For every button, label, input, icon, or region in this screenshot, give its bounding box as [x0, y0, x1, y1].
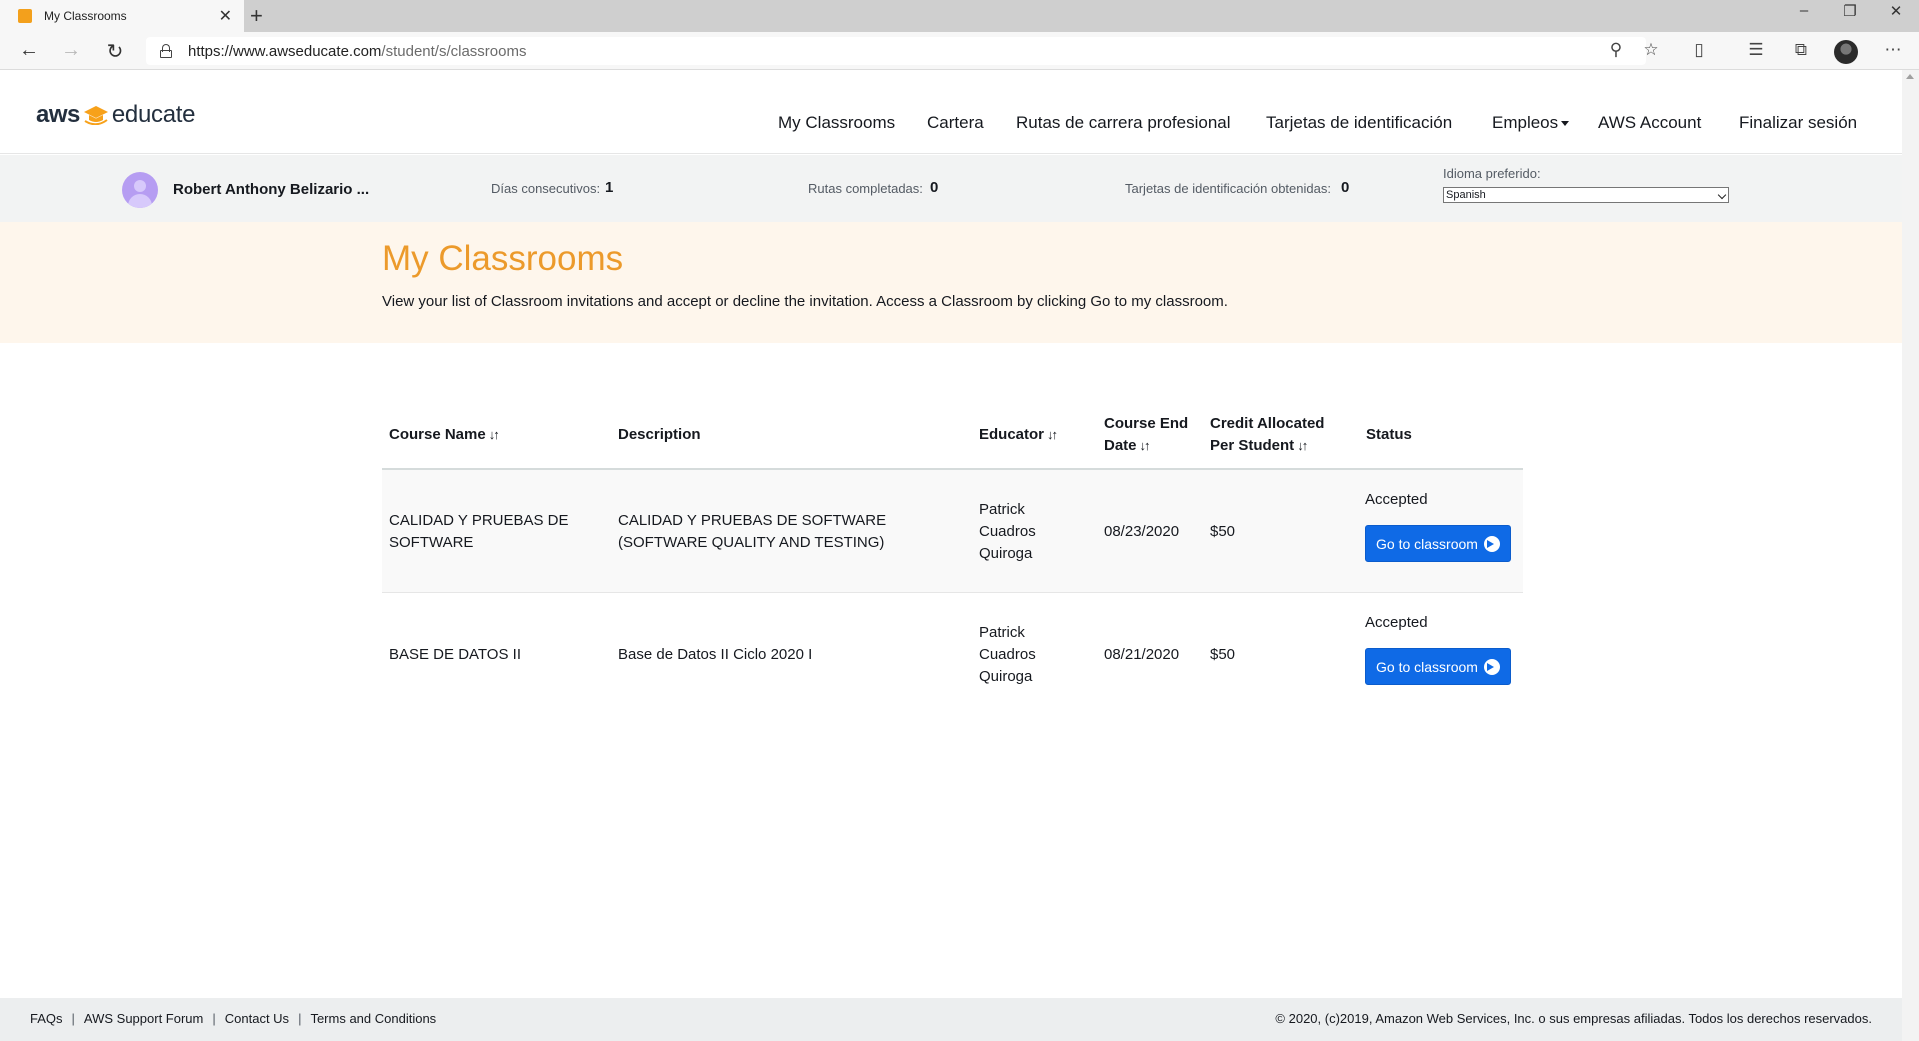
lock-icon[interactable] [160, 44, 172, 58]
end-date-cell: 08/21/2020 [1104, 645, 1180, 663]
profile-stats-bar: Robert Anthony Belizario ... Días consec… [0, 155, 1902, 222]
header-course-end-date[interactable]: Course End Date ↓↑ [1104, 400, 1188, 470]
chevron-down-icon [1717, 190, 1727, 200]
copyright-text: © 2020, (c)2019, Amazon Web Services, In… [1275, 1011, 1872, 1026]
restore-icon[interactable]: ❐ [1827, 2, 1873, 20]
top-navigation: aws educate My Classrooms Cartera Rutas … [0, 70, 1902, 154]
nav-my-classrooms[interactable]: My Classrooms [778, 113, 895, 133]
credit-cell: $50 [1210, 522, 1236, 540]
close-window-icon[interactable]: ✕ [1873, 2, 1919, 20]
favorites-icon[interactable]: ☰ [1743, 40, 1769, 60]
minimize-icon[interactable]: – [1781, 2, 1827, 19]
table-header: Course Name ↓↑ Description Educator ↓↑ Cou… [382, 400, 1523, 470]
forward-arrow-icon[interactable]: → [56, 39, 86, 62]
classrooms-table: Course Name ↓↑ Description Educator ↓↑ Cou… [382, 400, 1523, 716]
status-cell: Accepted Go to classroom [1365, 593, 1525, 716]
nav-empleos[interactable]: Empleos [1492, 113, 1570, 133]
nav-tarjetas[interactable]: Tarjetas de identificación [1266, 113, 1452, 133]
aws-educate-logo[interactable]: aws educate [36, 100, 195, 129]
course-name-cell: CALIDAD Y PRUEBAS DE SOFTWARE [389, 511, 569, 551]
reading-view-icon[interactable]: ▯ [1686, 40, 1712, 60]
header-credit-allocated[interactable]: Credit Allocated Per Student ↓↑ [1210, 400, 1324, 470]
language-label: Idioma preferido: [1443, 166, 1541, 181]
page: aws educate My Classrooms Cartera Rutas … [0, 70, 1902, 1041]
course-name-cell: BASE DE DATOS II [389, 645, 521, 663]
header-course-name[interactable]: Course Name ↓↑ [389, 400, 500, 470]
graduation-cap-icon [83, 106, 108, 125]
aws-favicon-icon [18, 9, 32, 23]
footer-link-terms[interactable]: Terms and Conditions [310, 1011, 436, 1026]
language-select[interactable]: Spanish [1443, 187, 1729, 203]
arrow-right-circle-icon [1483, 535, 1500, 552]
description-cell: Base de Datos II Ciclo 2020 I [618, 645, 813, 663]
credit-cell: $50 [1210, 645, 1236, 663]
go-to-classroom-button[interactable]: Go to classroom [1365, 648, 1511, 685]
educator-cell: Patrick Cuadros Quiroga [979, 623, 1036, 685]
browser-tab[interactable]: My Classrooms ✕ [0, 0, 244, 32]
star-icon[interactable]: ☆ [1638, 40, 1664, 60]
header-status: Status [1366, 426, 1412, 443]
paths-completed-label: Rutas completadas: [808, 181, 923, 196]
avatar[interactable] [122, 172, 158, 208]
sort-icon[interactable]: ↓↑ [1297, 435, 1308, 457]
page-scrollbar[interactable] [1902, 70, 1919, 1041]
address-bar[interactable]: https://www.awseducate.com/student/s/cla… [146, 37, 1646, 65]
page-description: View your list of Classroom invitations … [382, 293, 1228, 310]
footer-link-contact-us[interactable]: Contact Us [225, 1011, 289, 1026]
badges-value: 0 [1341, 179, 1350, 196]
streak-value: 1 [605, 179, 614, 196]
nav-cartera[interactable]: Cartera [927, 113, 984, 133]
educator-cell: Patrick Cuadros Quiroga [979, 500, 1036, 562]
badges-label: Tarjetas de identificación obtenidas: [1125, 181, 1331, 196]
browser-tabstrip: My Classrooms ✕ + – ❐ ✕ [0, 0, 1919, 32]
streak-label: Días consecutivos: [491, 181, 601, 196]
footer: FAQs | AWS Support Forum | Contact Us | Terms … [0, 998, 1902, 1041]
nav-rutas-carrera[interactable]: Rutas de carrera profesional [1016, 113, 1231, 133]
new-tab-icon[interactable]: + [250, 3, 263, 29]
collections-icon[interactable]: ⧉ [1788, 40, 1814, 60]
description-cell: CALIDAD Y PRUEBAS DE SOFTWARE (SOFTWARE Q… [618, 511, 887, 551]
status-cell: Accepted Go to classroom [1365, 470, 1525, 593]
arrow-right-circle-icon [1483, 658, 1500, 675]
go-to-classroom-button[interactable]: Go to classroom [1365, 525, 1511, 562]
footer-link-faqs[interactable]: FAQs [30, 1011, 63, 1026]
sort-icon[interactable]: ↓↑ [1047, 424, 1058, 446]
back-arrow-icon[interactable]: ← [14, 39, 44, 62]
key-icon[interactable]: ⚲ [1603, 40, 1629, 60]
profile-avatar[interactable] [1834, 40, 1858, 64]
table-row: BASE DE DATOS II Base de Datos II Ciclo … [382, 593, 1523, 716]
dropdown-caret-icon [1561, 121, 1570, 127]
nav-finalizar-sesion[interactable]: Finalizar sesión [1739, 113, 1857, 133]
footer-link-support-forum[interactable]: AWS Support Forum [84, 1011, 203, 1026]
page-title: My Classrooms [382, 239, 624, 278]
header-educator[interactable]: Educator ↓↑ [979, 400, 1058, 470]
tab-title: My Classrooms [44, 9, 127, 23]
status-badge: Accepted [1365, 491, 1428, 508]
table-row: CALIDAD Y PRUEBAS DE SOFTWARE CALIDAD Y P… [382, 470, 1523, 593]
end-date-cell: 08/23/2020 [1104, 522, 1180, 540]
more-icon[interactable]: ⋯ [1880, 40, 1906, 60]
sort-icon[interactable]: ↓↑ [1140, 435, 1151, 457]
status-badge: Accepted [1365, 614, 1428, 631]
close-tab-icon[interactable]: ✕ [219, 6, 232, 26]
refresh-icon[interactable]: ↻ [100, 39, 130, 64]
url-text[interactable]: https://www.awseducate.com/student/s/cla… [188, 43, 526, 60]
sort-icon[interactable]: ↓↑ [489, 424, 500, 446]
username[interactable]: Robert Anthony Belizario ... [173, 181, 369, 198]
page-header: My Classrooms View your list of Classroo… [0, 222, 1902, 343]
scroll-up-icon[interactable] [1906, 74, 1914, 79]
footer-links: FAQs | AWS Support Forum | Contact Us | Terms … [30, 1011, 437, 1026]
paths-completed-value: 0 [930, 179, 939, 196]
nav-aws-account[interactable]: AWS Account [1598, 113, 1701, 133]
header-description: Description [618, 426, 701, 443]
browser-toolbar: ← → ↻ https://www.awseducate.com/student… [0, 32, 1919, 70]
